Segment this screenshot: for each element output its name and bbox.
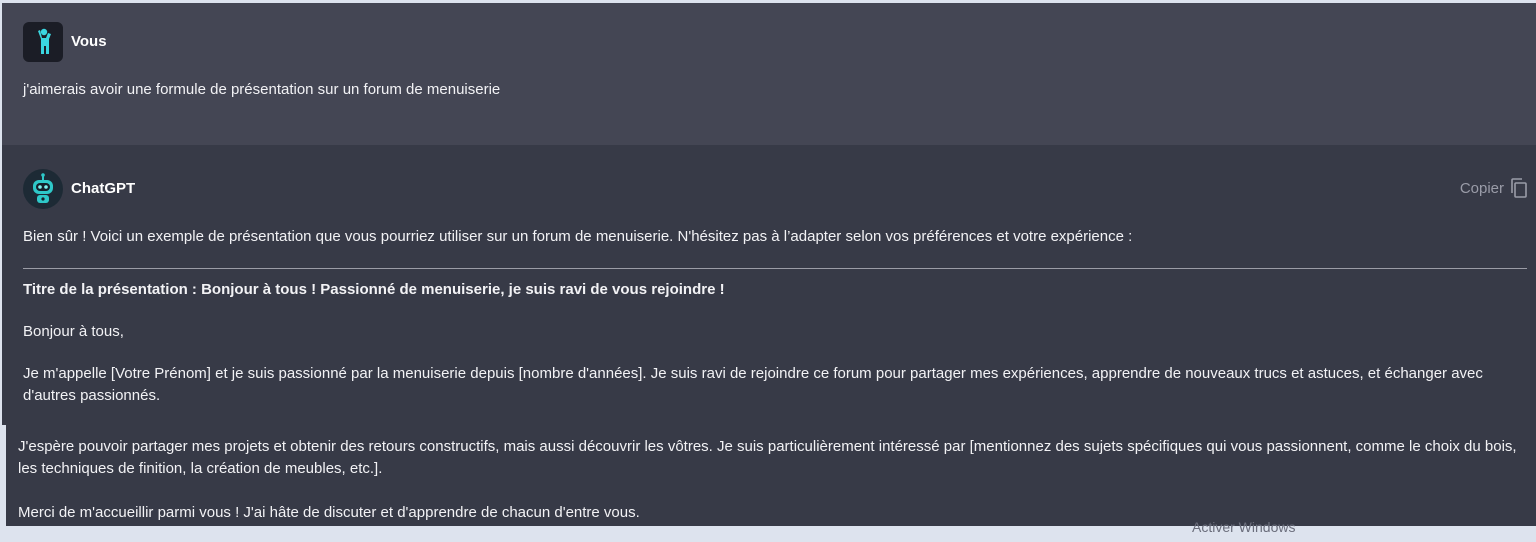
user-avatar [23,22,63,62]
user-name: Vous [71,33,107,50]
copy-icon [1511,178,1527,198]
assistant-message: ChatGPT Copier Bien sûr ! Voici un exemp… [2,145,1536,425]
copy-label: Copier [1459,179,1504,197]
chatgpt-avatar [23,169,63,209]
presentation-title: Titre de la présentation : Bonjour à tou… [23,281,725,298]
paragraph-1: Je m'appelle [Votre Prénom] et je suis p… [23,365,1483,404]
chatgpt-name: ChatGPT [71,180,136,197]
assistant-intro: Bien sûr ! Voici un exemple de présentat… [23,228,1133,245]
person-icon [38,28,51,54]
paragraph-2: J'espère pouvoir partager mes projets et… [18,438,1517,477]
windows-activation-watermark: Activer Windows [1192,519,1296,535]
copy-button[interactable]: Copier [1460,178,1528,198]
user-message-text: j'aimerais avoir une formule de présenta… [23,81,501,98]
assistant-message-continued: J'espère pouvoir partager mes projets et… [6,425,1536,535]
divider [23,268,1527,269]
robot-icon [24,170,62,208]
paragraph-3: Merci de m'accueillir parmi vous ! J'ai … [18,504,640,521]
greeting-text: Bonjour à tous, [23,323,124,340]
user-message: Vous j'aimerais avoir une formule de pré… [2,3,1536,145]
